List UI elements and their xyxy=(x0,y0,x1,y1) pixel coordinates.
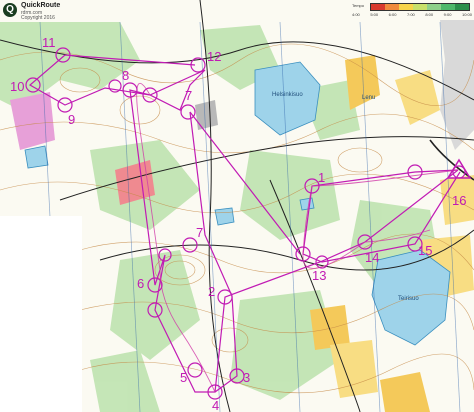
speed-swatch-4 xyxy=(427,4,441,10)
control-number-11: 11 xyxy=(42,35,56,50)
speed-label-1: 5:00 xyxy=(370,12,379,17)
speed-label-3: 7:00 xyxy=(406,12,415,17)
control-number-7b: 7 xyxy=(185,88,192,103)
control-number-16: 16 xyxy=(452,193,466,208)
quickroute-logo-icon: Q xyxy=(3,3,17,17)
control-number-2: 2 xyxy=(208,284,215,299)
control-number-10: 10 xyxy=(10,79,24,94)
brand-subtitle-2: Copyright 2016 xyxy=(21,15,55,21)
speed-swatch-5 xyxy=(441,4,455,10)
control-number-8: 8 xyxy=(122,68,129,83)
control-number-7a: 7 xyxy=(196,225,203,240)
speed-scale-labels: 4:00 5:00 6:00 7:00 8:00 9:00 10:00 xyxy=(352,12,472,17)
control-number-4: 4 xyxy=(212,398,219,412)
speed-label-5: 9:00 xyxy=(443,12,452,17)
speed-scale-title: Tempo xyxy=(352,3,365,8)
label-lenu: Lenu xyxy=(362,95,375,101)
label-helsinkisuo: Helsinkisuo xyxy=(272,92,303,98)
control-number-3: 3 xyxy=(243,370,250,385)
speed-swatch-1 xyxy=(385,4,399,10)
speed-label-0: 4:00 xyxy=(352,12,360,17)
speed-swatch-6 xyxy=(455,4,469,10)
control-number-6: 6 xyxy=(137,276,144,291)
speed-swatch-3 xyxy=(413,4,427,10)
blank-region xyxy=(0,216,82,412)
control-number-1: 1 xyxy=(318,170,325,185)
control-number-14: 14 xyxy=(365,250,379,265)
control-number-13: 13 xyxy=(312,268,326,283)
control-number-9: 9 xyxy=(68,112,75,127)
label-teirisuo: Teirisuo xyxy=(398,296,419,302)
control-number-12: 12 xyxy=(207,49,221,64)
control-number-5: 5 xyxy=(180,370,187,385)
speed-label-4: 8:00 xyxy=(425,12,434,17)
speed-label-2: 6:00 xyxy=(388,12,397,17)
brand-name: QuickRoute xyxy=(21,2,61,9)
speed-color-scale xyxy=(370,3,470,11)
speed-swatch-2 xyxy=(399,4,413,10)
speed-label-6: 10:00 xyxy=(461,12,472,17)
control-number-15: 15 xyxy=(418,243,432,258)
quickroute-header: Q QuickRoute rdrm.com Copyright 2016 Tem… xyxy=(0,0,474,22)
speed-swatch-0 xyxy=(371,4,385,10)
